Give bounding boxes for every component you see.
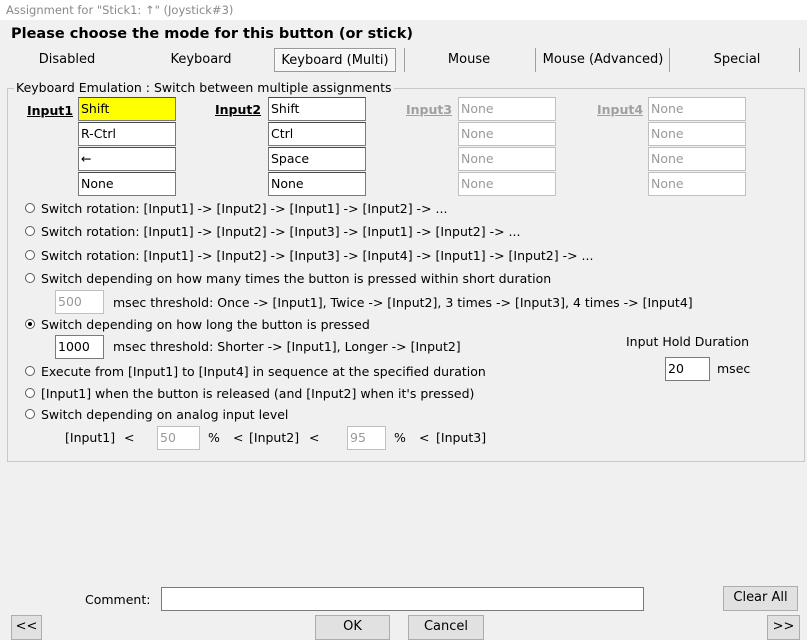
option-label[interactable]: Execute from [Input1] to [Input4] in seq… xyxy=(41,364,486,379)
input2-key-field[interactable]: Shift xyxy=(268,97,366,121)
input4-key-field: None xyxy=(648,172,746,196)
analog-low-threshold-input: 50 xyxy=(157,426,200,450)
press-count-threshold-input: 500 xyxy=(55,290,104,314)
option-label[interactable]: Switch depending on how long the button … xyxy=(41,317,370,332)
comment-label: Comment: xyxy=(85,592,151,607)
analog-percent: % xyxy=(394,430,406,445)
option-label[interactable]: Switch rotation: [Input1] -> [Input2] ->… xyxy=(41,201,447,216)
input4-key-field: None xyxy=(648,122,746,146)
input3-key-field: None xyxy=(458,122,556,146)
option-radio[interactable] xyxy=(25,273,35,283)
option-label[interactable]: Switch depending on analog input level xyxy=(41,407,288,422)
input1-label: Input1 xyxy=(27,103,74,118)
tab-mouse-advanced[interactable]: Mouse (Advanced) xyxy=(540,48,666,72)
option-label[interactable]: Switch depending on how many times the b… xyxy=(41,271,551,286)
cancel-button[interactable]: Cancel xyxy=(408,615,484,640)
analog-input3-label: [Input3] xyxy=(436,430,487,445)
hold-duration-label: Input Hold Duration xyxy=(626,334,750,349)
option-label[interactable]: Switch rotation: [Input1] -> [Input2] ->… xyxy=(41,224,520,239)
option-radio[interactable] xyxy=(25,250,35,260)
option-radio[interactable] xyxy=(25,203,35,213)
input3-key-field: None xyxy=(458,172,556,196)
input4-key-field: None xyxy=(648,147,746,171)
analog-less-than: < xyxy=(419,430,430,445)
option-radio[interactable] xyxy=(25,409,35,419)
group-label: Keyboard Emulation : Switch between mult… xyxy=(14,80,394,95)
option-radio-selected[interactable] xyxy=(25,319,35,329)
option-label[interactable]: Switch rotation: [Input1] -> [Input2] ->… xyxy=(41,248,593,263)
tab-separator xyxy=(404,48,405,72)
analog-less-than: < xyxy=(233,430,244,445)
option-label[interactable]: [Input1] when the button is released (an… xyxy=(41,386,474,401)
tab-separator xyxy=(799,48,800,72)
input3-label: Input3 xyxy=(406,102,453,117)
hold-duration-unit: msec xyxy=(717,361,751,376)
press-count-threshold-text: msec threshold: Once -> [Input1], Twice … xyxy=(113,295,693,310)
tab-keyboard-multi[interactable]: Keyboard (Multi) xyxy=(274,48,396,72)
comment-input[interactable] xyxy=(161,587,644,611)
option-radio[interactable] xyxy=(25,388,35,398)
input1-key-field[interactable]: Shift xyxy=(78,97,176,121)
tab-mouse[interactable]: Mouse xyxy=(424,48,514,72)
input1-key-field[interactable]: None xyxy=(78,172,176,196)
input4-label: Input4 xyxy=(597,102,644,117)
tab-special[interactable]: Special xyxy=(692,48,782,72)
tab-separator xyxy=(535,48,536,72)
analog-high-threshold-input: 95 xyxy=(347,426,386,450)
analog-less-than: < xyxy=(124,430,135,445)
input1-key-field[interactable]: R-Ctrl xyxy=(78,122,176,146)
window-title: Assignment for "Stick1: ↑" (Joystick#3) xyxy=(0,0,807,20)
next-button[interactable]: >> xyxy=(767,615,800,640)
previous-button[interactable]: << xyxy=(11,615,42,640)
analog-input1-label: [Input1] xyxy=(65,430,116,445)
input2-key-field[interactable]: Space xyxy=(268,147,366,171)
input1-key-field[interactable]: ← xyxy=(78,147,176,171)
page-title: Please choose the mode for this button (… xyxy=(11,26,414,42)
option-radio[interactable] xyxy=(25,366,35,376)
tab-keyboard[interactable]: Keyboard xyxy=(156,48,246,72)
input3-key-field: None xyxy=(458,147,556,171)
press-length-threshold-input[interactable]: 1000 xyxy=(55,335,104,359)
press-length-threshold-text: msec threshold: Shorter -> [Input1], Lon… xyxy=(113,339,461,354)
analog-less-than: < xyxy=(309,430,320,445)
option-radio[interactable] xyxy=(25,226,35,236)
analog-input2-label: [Input2] xyxy=(249,430,300,445)
tab-disabled[interactable]: Disabled xyxy=(22,48,112,72)
clear-all-button[interactable]: Clear All xyxy=(723,586,798,611)
ok-button[interactable]: OK xyxy=(315,615,390,640)
input2-key-field[interactable]: None xyxy=(268,172,366,196)
hold-duration-input[interactable]: 20 xyxy=(665,357,710,381)
analog-percent: % xyxy=(208,430,220,445)
input3-key-field: None xyxy=(458,97,556,121)
input4-key-field: None xyxy=(648,97,746,121)
input2-label: Input2 xyxy=(215,102,262,117)
tab-separator xyxy=(669,48,670,72)
input2-key-field[interactable]: Ctrl xyxy=(268,122,366,146)
